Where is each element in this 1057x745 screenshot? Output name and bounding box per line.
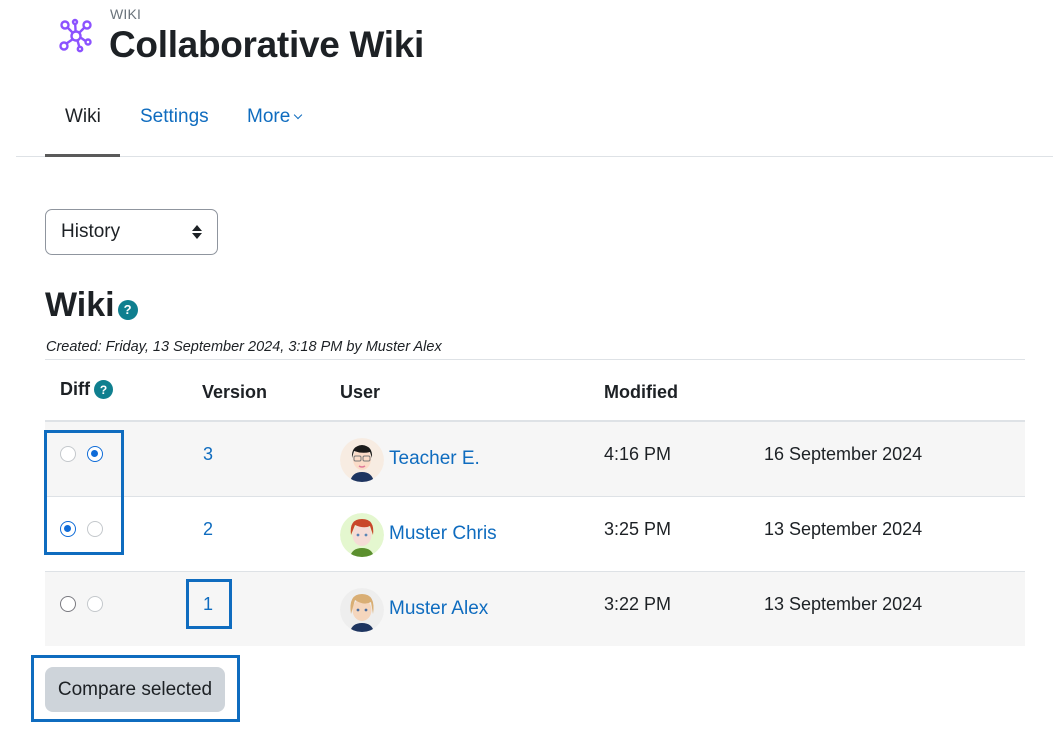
modified-time: 3:22 PM — [604, 594, 672, 614]
tab-settings[interactable]: Settings — [140, 106, 209, 128]
column-header-diff: Diff ? — [60, 379, 113, 400]
column-header-user: User — [340, 382, 381, 402]
modified-time: 3:25 PM — [604, 519, 672, 539]
modified-time: 4:16 PM — [604, 444, 672, 464]
modified-date: 16 September 2024 — [764, 444, 923, 464]
wiki-view-select-value: History — [61, 221, 121, 242]
avatar — [340, 513, 384, 557]
diff-to-radio[interactable] — [87, 446, 103, 462]
compare-selected-button[interactable]: Compare selected — [45, 667, 225, 712]
history-table: Diff ? Version User Modified 3 Teacher E… — [45, 360, 1025, 646]
select-arrows-icon — [192, 225, 202, 239]
column-header-modified: Modified — [604, 382, 678, 402]
diff-from-radio[interactable] — [60, 521, 76, 537]
table-row: 2 Muster Chris 3:25 PM 13 September 2024 — [45, 497, 1025, 572]
page-heading: Wiki ? — [45, 286, 138, 325]
table-row: 1 Muster Alex 3:22 PM 13 September 2024 — [45, 572, 1025, 646]
activity-type-label: WIKI — [110, 6, 142, 22]
help-icon[interactable]: ? — [117, 299, 138, 320]
diff-to-radio[interactable] — [87, 521, 103, 537]
table-row: 3 Teacher E. 4:16 PM 16 September 2024 — [45, 422, 1025, 497]
column-header-diff-label: Diff — [60, 379, 90, 399]
diff-to-radio[interactable] — [87, 596, 103, 612]
user-link[interactable]: Muster Alex — [389, 598, 488, 620]
modified-date: 13 September 2024 — [764, 519, 923, 539]
modified-date: 13 September 2024 — [764, 594, 923, 614]
avatar — [340, 438, 384, 482]
created-info: Created: Friday, 13 September 2024, 3:18… — [46, 339, 442, 355]
tab-wiki[interactable]: Wiki — [65, 106, 101, 128]
diff-help-icon[interactable]: ? — [94, 380, 113, 399]
wiki-view-select[interactable]: History — [45, 209, 218, 255]
tab-more-label: More — [247, 106, 291, 127]
table-header: Diff ? Version User Modified — [45, 360, 1025, 422]
diff-from-radio[interactable] — [60, 446, 76, 462]
tab-more[interactable]: More — [247, 106, 303, 128]
page-heading-text: Wiki — [45, 286, 115, 324]
secondary-navigation: Wiki Settings More — [16, 84, 1053, 157]
avatar — [340, 588, 384, 632]
chevron-down-icon — [294, 110, 303, 120]
diff-from-radio[interactable] — [60, 596, 76, 612]
version-link[interactable]: 3 — [203, 444, 213, 465]
version-link[interactable]: 1 — [203, 594, 213, 615]
user-link[interactable]: Teacher E. — [389, 448, 480, 470]
page-title: Collaborative Wiki — [109, 24, 425, 65]
version-link[interactable]: 2 — [203, 519, 213, 540]
column-header-version: Version — [202, 382, 268, 402]
wiki-network-icon — [59, 18, 92, 53]
active-tab-indicator — [45, 154, 120, 157]
user-link[interactable]: Muster Chris — [389, 523, 497, 545]
